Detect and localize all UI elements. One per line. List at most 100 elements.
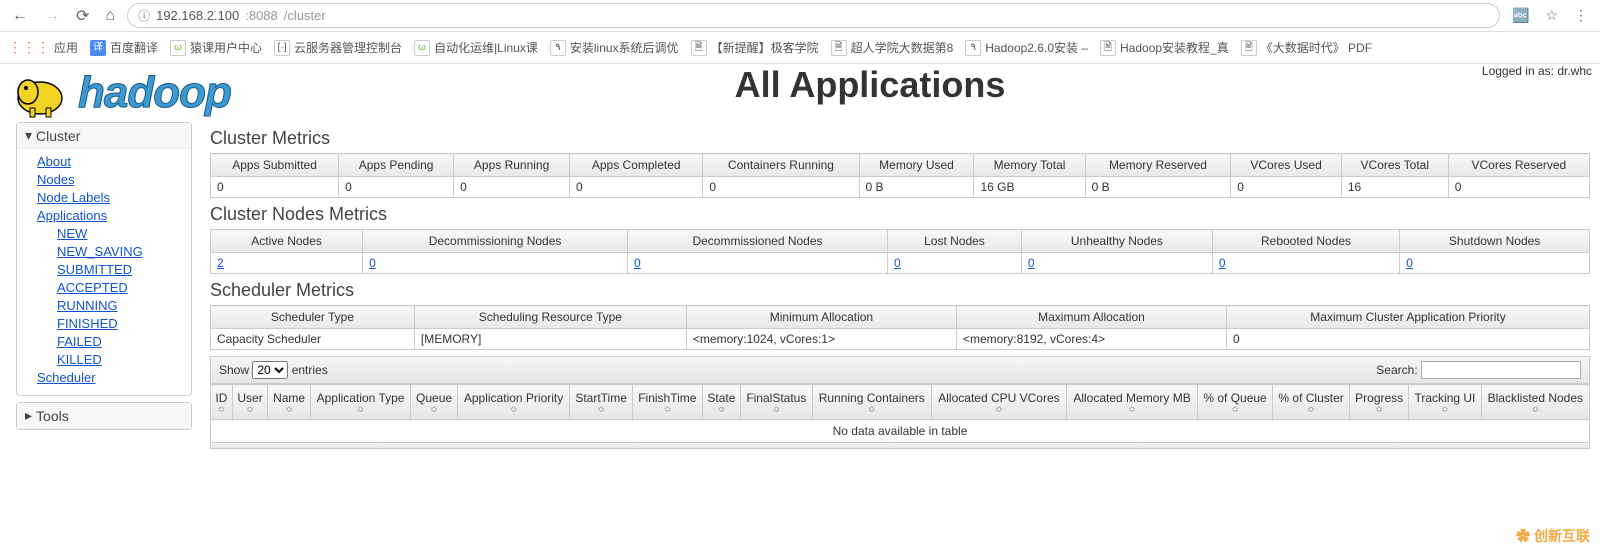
sort-icon: ≎ (462, 405, 565, 413)
apps-column-header[interactable]: FinishTime≎ (633, 385, 703, 420)
metric-value: 16 GB (974, 177, 1085, 198)
address-bar[interactable]: ⓘ 192.168.2.100:8088/cluster (127, 3, 1500, 28)
metric-header: Apps Pending (339, 154, 454, 177)
apps-grid-icon[interactable]: ⋮⋮⋮应用 (8, 39, 78, 56)
entries-select[interactable]: 20 (252, 361, 288, 379)
metric-value: 0 (454, 177, 570, 198)
sidebar-state-killed[interactable]: KILLED (57, 351, 181, 369)
sidebar-state-finished[interactable]: FINISHED (57, 315, 181, 333)
sidebar-state-accepted[interactable]: ACCEPTED (57, 279, 181, 297)
sidebar-state-failed[interactable]: FAILED (57, 333, 181, 351)
apps-column-header[interactable]: Queue≎ (411, 385, 458, 420)
sidebar-link-applications[interactable]: Applications (37, 207, 181, 225)
metric-link[interactable]: 0 (894, 256, 901, 270)
metric-value: [MEMORY] (414, 329, 686, 350)
metric-value: 0 (703, 177, 859, 198)
metric-header: Apps Completed (570, 154, 703, 177)
menu-icon[interactable]: ⋮ (1570, 7, 1592, 24)
metric-header: Lost Nodes (887, 230, 1021, 253)
metric-link[interactable]: 0 (1028, 256, 1035, 270)
sidebar-state-running[interactable]: RUNNING (57, 297, 181, 315)
bookmark-item[interactable]: 译百度翻译 (90, 39, 158, 56)
metric-value: 0 (1400, 253, 1590, 274)
info-icon[interactable]: ⓘ (138, 7, 150, 24)
apps-column-header[interactable]: % of Queue≎ (1198, 385, 1273, 420)
apps-column-header[interactable]: Allocated CPU VCores≎ (931, 385, 1066, 420)
apps-column-header[interactable]: ID≎ (211, 385, 233, 420)
apps-column-header[interactable]: StartTime≎ (570, 385, 633, 420)
sidebar-state-new[interactable]: NEW (57, 225, 181, 243)
sort-icon: ≎ (817, 405, 927, 413)
metric-header: Memory Total (974, 154, 1085, 177)
bookmark-item[interactable]: [·]云服务器管理控制台 (274, 39, 402, 56)
forward-icon[interactable]: → (40, 7, 64, 25)
metric-link[interactable]: 0 (1219, 256, 1226, 270)
apps-column-header[interactable]: Name≎ (268, 385, 311, 420)
sort-icon: ≎ (415, 405, 453, 413)
hadoop-logo: hadoop (0, 64, 320, 122)
sidebar-state-submitted[interactable]: SUBMITTED (57, 261, 181, 279)
metric-value: 0 (339, 177, 454, 198)
metric-value: 0 B (1085, 177, 1231, 198)
metric-header: Maximum Allocation (956, 306, 1226, 329)
apps-column-header[interactable]: Running Containers≎ (812, 385, 931, 420)
sidebar-state-new-saving[interactable]: NEW_SAVING (57, 243, 181, 261)
bookmark-item[interactable]: ٩安装linux系统后调优 (550, 39, 679, 56)
sort-icon: ≎ (745, 405, 808, 413)
metric-value: 0 (1227, 329, 1590, 350)
sort-icon: ≎ (574, 405, 628, 413)
metric-value: 0 (363, 253, 628, 274)
metric-link[interactable]: 0 (369, 256, 376, 270)
apps-column-header[interactable]: FinalStatus≎ (741, 385, 813, 420)
scheduler-metrics-table: Scheduler TypeScheduling Resource TypeMi… (210, 305, 1590, 350)
reload-icon[interactable]: ⟳ (72, 6, 93, 26)
metric-header: Decommissioning Nodes (363, 230, 628, 253)
sidebar-cluster-box: ▾Cluster About Nodes Node Labels Applica… (16, 122, 192, 396)
metric-header: Scheduling Resource Type (414, 306, 686, 329)
metric-link[interactable]: 0 (634, 256, 641, 270)
metric-link[interactable]: 0 (1406, 256, 1413, 270)
sidebar-link-node-labels[interactable]: Node Labels (37, 189, 181, 207)
search-input[interactable] (1421, 361, 1581, 379)
bookmark-item[interactable]: 🗎超人学院大数据第8 (831, 39, 954, 56)
apps-column-header[interactable]: Tracking UI≎ (1409, 385, 1481, 420)
metric-header: Decommissioned Nodes (627, 230, 887, 253)
bookmark-item[interactable]: 🗎《大数据时代》 PDF (1241, 39, 1372, 56)
table-footer-bar (210, 443, 1590, 449)
apps-column-header[interactable]: Application Type≎ (310, 385, 410, 420)
apps-column-header[interactable]: State≎ (702, 385, 740, 420)
apps-column-header[interactable]: Application Priority≎ (457, 385, 569, 420)
translate-icon[interactable]: 🔤 (1508, 7, 1533, 24)
applications-table: ID≎User≎Name≎Application Type≎Queue≎Appl… (210, 384, 1590, 420)
sidebar-tools-toggle[interactable]: ▸Tools (17, 403, 191, 429)
scheduler-metrics-title: Scheduler Metrics (210, 280, 1590, 301)
apps-column-header[interactable]: Allocated Memory MB≎ (1067, 385, 1198, 420)
apps-column-header[interactable]: User≎ (232, 385, 268, 420)
metric-link[interactable]: 2 (217, 256, 224, 270)
home-icon[interactable]: ⌂ (101, 7, 119, 25)
sort-icon: ≎ (1354, 405, 1404, 413)
apps-column-header[interactable]: % of Cluster≎ (1273, 385, 1350, 420)
url-path: /cluster (284, 8, 326, 23)
chevron-down-icon: ▾ (25, 127, 32, 144)
star-icon[interactable]: ☆ (1541, 7, 1562, 24)
metric-header: Apps Running (454, 154, 570, 177)
bookmark-item[interactable]: 🗎【新提醒】极客学院 (691, 39, 819, 56)
metric-header: Minimum Allocation (686, 306, 956, 329)
bookmark-item[interactable]: ω猿课用户中心 (170, 39, 262, 56)
metric-header: Unhealthy Nodes (1021, 230, 1212, 253)
sidebar-link-nodes[interactable]: Nodes (37, 171, 181, 189)
metric-value: 0 (1448, 177, 1589, 198)
sidebar-link-scheduler[interactable]: Scheduler (37, 369, 181, 387)
sidebar-link-about[interactable]: About (37, 153, 181, 171)
bookmark-item[interactable]: ω自动化运维|Linux课 (414, 39, 538, 56)
nodes-metrics-table: Active NodesDecommissioning NodesDecommi… (210, 229, 1590, 274)
url-host: 192.168.2.100 (156, 8, 239, 23)
back-icon[interactable]: ← (8, 7, 32, 25)
bookmark-item[interactable]: ٩Hadoop2.6.0安装 – (965, 39, 1088, 56)
apps-column-header[interactable]: Blacklisted Nodes≎ (1481, 385, 1589, 420)
sidebar-cluster-toggle[interactable]: ▾Cluster (17, 123, 191, 149)
apps-column-header[interactable]: Progress≎ (1350, 385, 1409, 420)
sort-icon: ≎ (1277, 405, 1345, 413)
bookmark-item[interactable]: 🗎Hadoop安装教程_真 (1100, 39, 1229, 56)
